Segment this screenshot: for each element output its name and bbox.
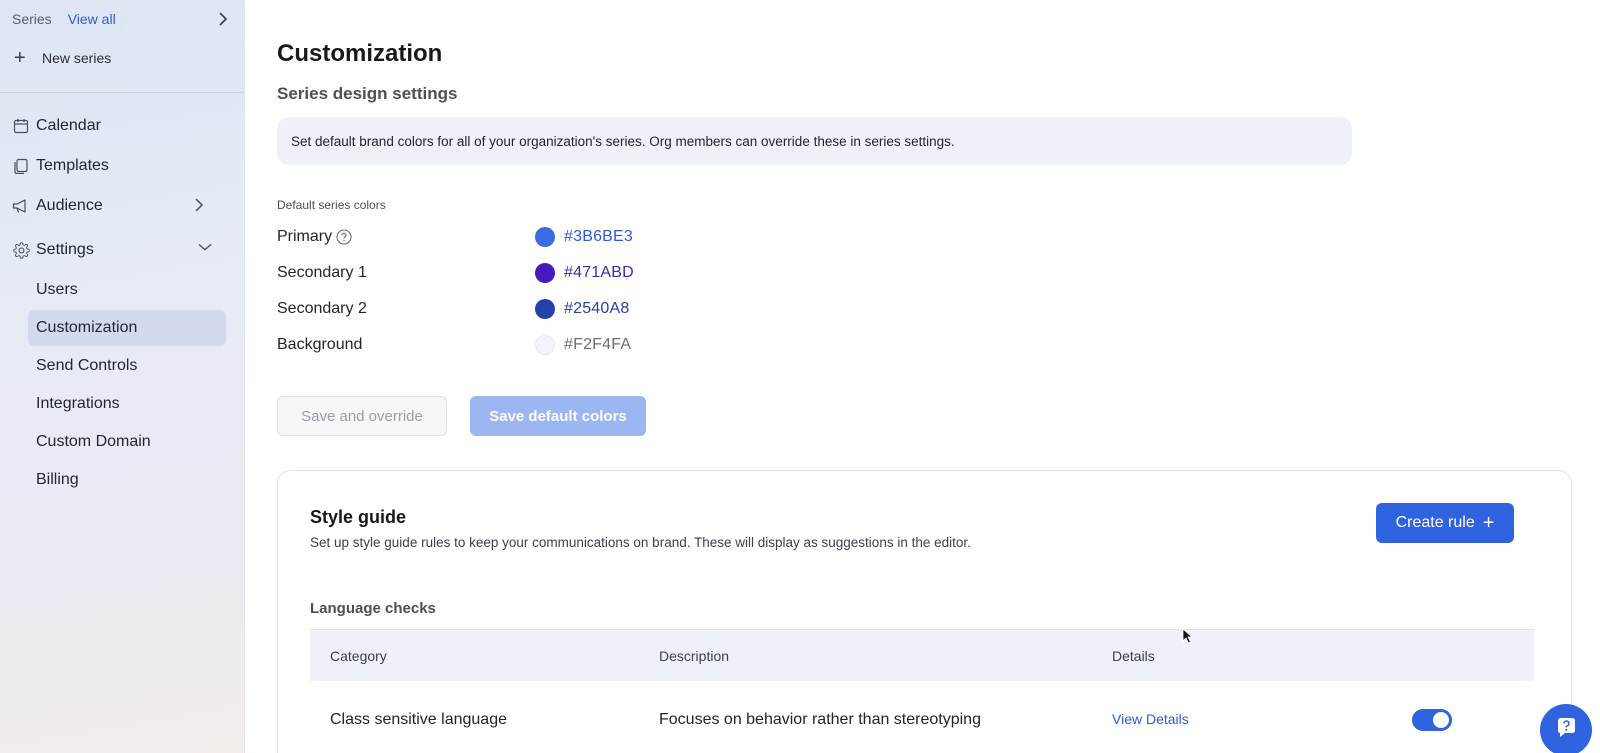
page-title: Customization [277, 40, 443, 67]
sidebar: Series View all + New series Calendar Te… [0, 0, 245, 753]
color-row-background: Background #F2F4FA [277, 333, 877, 357]
column-header-details: Details [1112, 647, 1155, 664]
row-description: Focuses on behavior rather than stereoty… [659, 711, 981, 728]
color-row-secondary-1: Secondary 1 #471ABD [277, 261, 877, 285]
sidebar-item-send-controls[interactable]: Send Controls [28, 348, 226, 384]
color-hex-value[interactable]: #3B6BE3 [564, 228, 633, 246]
sidebar-item-label: Send Controls [36, 357, 138, 374]
new-series-label: New series [42, 50, 112, 66]
chat-help-icon [1553, 715, 1579, 746]
sidebar-item-users[interactable]: Users [28, 272, 226, 308]
colors-label: Default series colors [277, 198, 386, 212]
sidebar-item-label: Billing [36, 471, 79, 488]
view-details-link[interactable]: View Details [1112, 711, 1189, 727]
chevron-right-icon[interactable] [216, 12, 230, 26]
sidebar-item-settings[interactable]: Settings [0, 230, 244, 270]
view-all-link[interactable]: View all [68, 11, 116, 27]
create-rule-label: Create rule [1395, 514, 1475, 531]
sidebar-item-label: Templates [36, 157, 109, 174]
gear-icon [12, 241, 30, 259]
language-checks-table: Category Description Details Class sensi… [310, 629, 1534, 753]
color-name: Primary [277, 228, 333, 245]
help-icon[interactable] [336, 229, 352, 245]
calendar-icon [12, 117, 30, 135]
style-guide-subtitle: Set up style guide rules to keep your co… [310, 535, 971, 550]
sidebar-item-label: Settings [36, 241, 94, 258]
color-swatch[interactable] [535, 227, 555, 247]
sidebar-item-templates[interactable]: Templates [0, 146, 244, 186]
sidebar-item-label: Integrations [36, 395, 120, 412]
templates-icon [12, 157, 30, 175]
sidebar-item-label: Custom Domain [36, 433, 151, 450]
table-row: Class sensitive language Focuses on beha… [310, 681, 1534, 753]
save-and-override-button[interactable]: Save and override [277, 396, 447, 436]
color-swatch[interactable] [535, 263, 555, 283]
main-content: Customization Series design settings Set… [245, 0, 1600, 753]
sidebar-nav: Calendar Templates Audience Settings Use… [0, 106, 244, 500]
create-rule-button[interactable]: Create rule + [1376, 503, 1514, 543]
sidebar-item-customization[interactable]: Customization [28, 310, 226, 346]
sidebar-item-calendar[interactable]: Calendar [0, 106, 244, 146]
sidebar-divider [0, 92, 244, 93]
help-chat-button[interactable] [1540, 704, 1592, 753]
section-title: Series design settings [277, 84, 458, 103]
sidebar-item-custom-domain[interactable]: Custom Domain [28, 424, 226, 460]
column-header-description: Description [659, 647, 730, 664]
sidebar-item-integrations[interactable]: Integrations [28, 386, 226, 422]
chevron-right-icon [194, 198, 208, 212]
series-label: Series [12, 11, 52, 27]
style-guide-card: Style guide Set up style guide rules to … [277, 470, 1572, 753]
color-row-primary: Primary #3B6BE3 [277, 225, 877, 249]
language-checks-title: Language checks [310, 600, 436, 617]
rule-enabled-toggle[interactable] [1412, 709, 1452, 731]
mouse-cursor-icon [1182, 628, 1194, 644]
new-series-button[interactable]: + New series [14, 48, 111, 68]
row-category: Class sensitive language [330, 711, 507, 728]
color-name: Secondary 2 [277, 300, 367, 317]
color-name: Background [277, 336, 363, 353]
info-text: Set default brand colors for all of your… [291, 133, 955, 149]
save-default-colors-button[interactable]: Save default colors [470, 396, 646, 436]
color-swatch[interactable] [535, 299, 555, 319]
sidebar-item-audience[interactable]: Audience [0, 186, 244, 226]
color-swatch[interactable] [535, 335, 555, 355]
sidebar-item-label: Audience [36, 197, 103, 214]
column-header-category: Category [330, 647, 387, 664]
color-row-secondary-2: Secondary 2 #2540A8 [277, 297, 877, 321]
plus-icon: + [1482, 512, 1495, 534]
info-banner: Set default brand colors for all of your… [277, 117, 1352, 165]
color-name: Secondary 1 [277, 264, 367, 281]
style-guide-title: Style guide [310, 507, 407, 527]
sidebar-item-label: Users [36, 281, 78, 298]
table-header: Category Description Details [310, 629, 1534, 681]
sidebar-item-label: Calendar [36, 117, 101, 134]
sidebar-item-billing[interactable]: Billing [28, 462, 226, 498]
color-hex-value[interactable]: #F2F4FA [564, 336, 631, 354]
color-hex-value[interactable]: #471ABD [564, 264, 634, 282]
chevron-down-icon [198, 242, 212, 256]
megaphone-icon [12, 197, 30, 215]
sidebar-item-label: Customization [36, 319, 138, 336]
plus-icon: + [14, 47, 26, 69]
series-header: Series View all [12, 8, 230, 30]
color-hex-value[interactable]: #2540A8 [564, 300, 629, 318]
